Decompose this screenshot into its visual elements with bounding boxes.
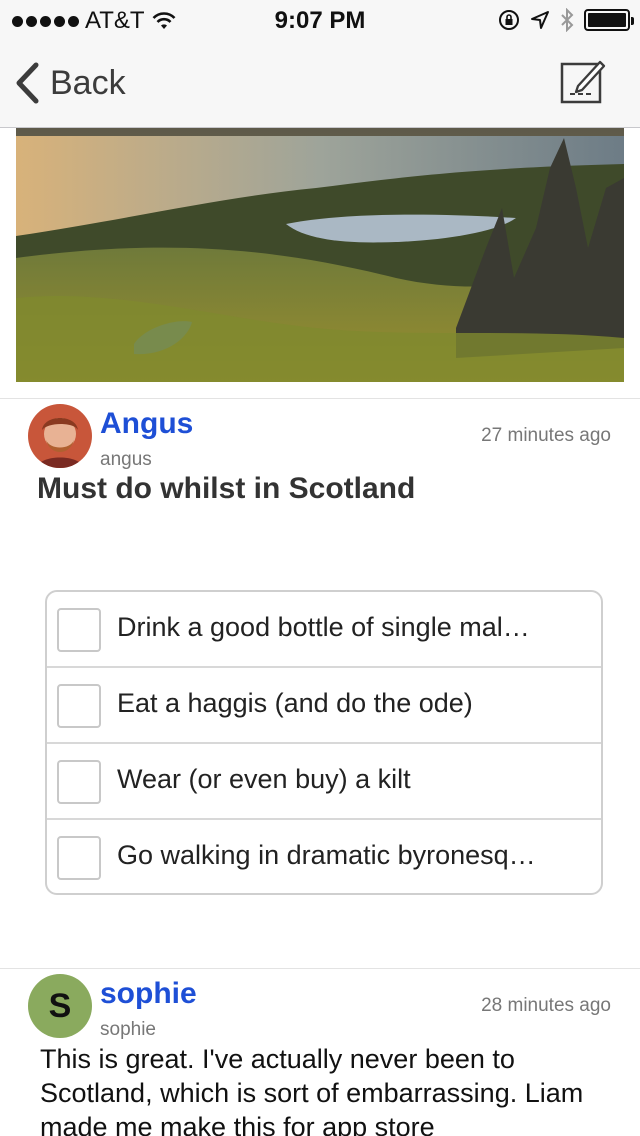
- checklist-item[interactable]: Eat a haggis (and do the ode): [47, 668, 601, 744]
- checkbox[interactable]: [57, 836, 101, 880]
- avatar[interactable]: [28, 404, 92, 468]
- checklist-item[interactable]: Drink a good bottle of single mal…: [47, 592, 601, 668]
- checklist-item[interactable]: Wear (or even buy) a kilt: [47, 744, 601, 820]
- orientation-lock-icon: [499, 10, 519, 30]
- chevron-left-icon: [16, 62, 39, 104]
- location-icon: [531, 11, 549, 29]
- checkbox[interactable]: [57, 608, 101, 652]
- status-bar: AT&T 9:07 PM: [0, 0, 640, 40]
- checklist-item-text: Drink a good bottle of single mal…: [117, 612, 530, 642]
- section-divider: [0, 398, 640, 399]
- back-button[interactable]: Back: [14, 62, 126, 104]
- back-button-label: Back: [50, 63, 126, 102]
- checkbox[interactable]: [57, 684, 101, 728]
- status-icons: [498, 8, 634, 32]
- comment-text: This is great. I've actually never been …: [40, 1044, 584, 1136]
- checklist-item-text: Go walking in dramatic byronesq…: [117, 840, 536, 870]
- compose-icon[interactable]: [560, 58, 606, 104]
- checklist-item[interactable]: Go walking in dramatic byronesq…: [47, 820, 601, 893]
- section-divider: [0, 968, 640, 969]
- top-bar: AT&T 9:07 PM Back: [0, 0, 640, 128]
- checkbox[interactable]: [57, 760, 101, 804]
- author-handle: angus: [100, 449, 152, 470]
- author-name[interactable]: Angus: [100, 407, 193, 441]
- comment-author-name[interactable]: sophie: [100, 977, 197, 1011]
- navigation-bar: Back: [0, 40, 640, 128]
- comment-author-handle: sophie: [100, 1019, 156, 1040]
- checklist-item-text: Eat a haggis (and do the ode): [117, 688, 473, 718]
- checklist: Drink a good bottle of single mal… Eat a…: [45, 590, 603, 895]
- comment-timestamp: 28 minutes ago: [481, 995, 611, 1016]
- battery-icon: [584, 9, 634, 31]
- comment-avatar[interactable]: S: [28, 974, 92, 1038]
- landscape-photo: [16, 128, 624, 382]
- bluetooth-icon: [561, 8, 574, 32]
- post-title: Must do whilst in Scotland: [37, 472, 416, 505]
- checklist-item-text: Wear (or even buy) a kilt: [117, 764, 411, 794]
- post-timestamp: 27 minutes ago: [481, 425, 611, 446]
